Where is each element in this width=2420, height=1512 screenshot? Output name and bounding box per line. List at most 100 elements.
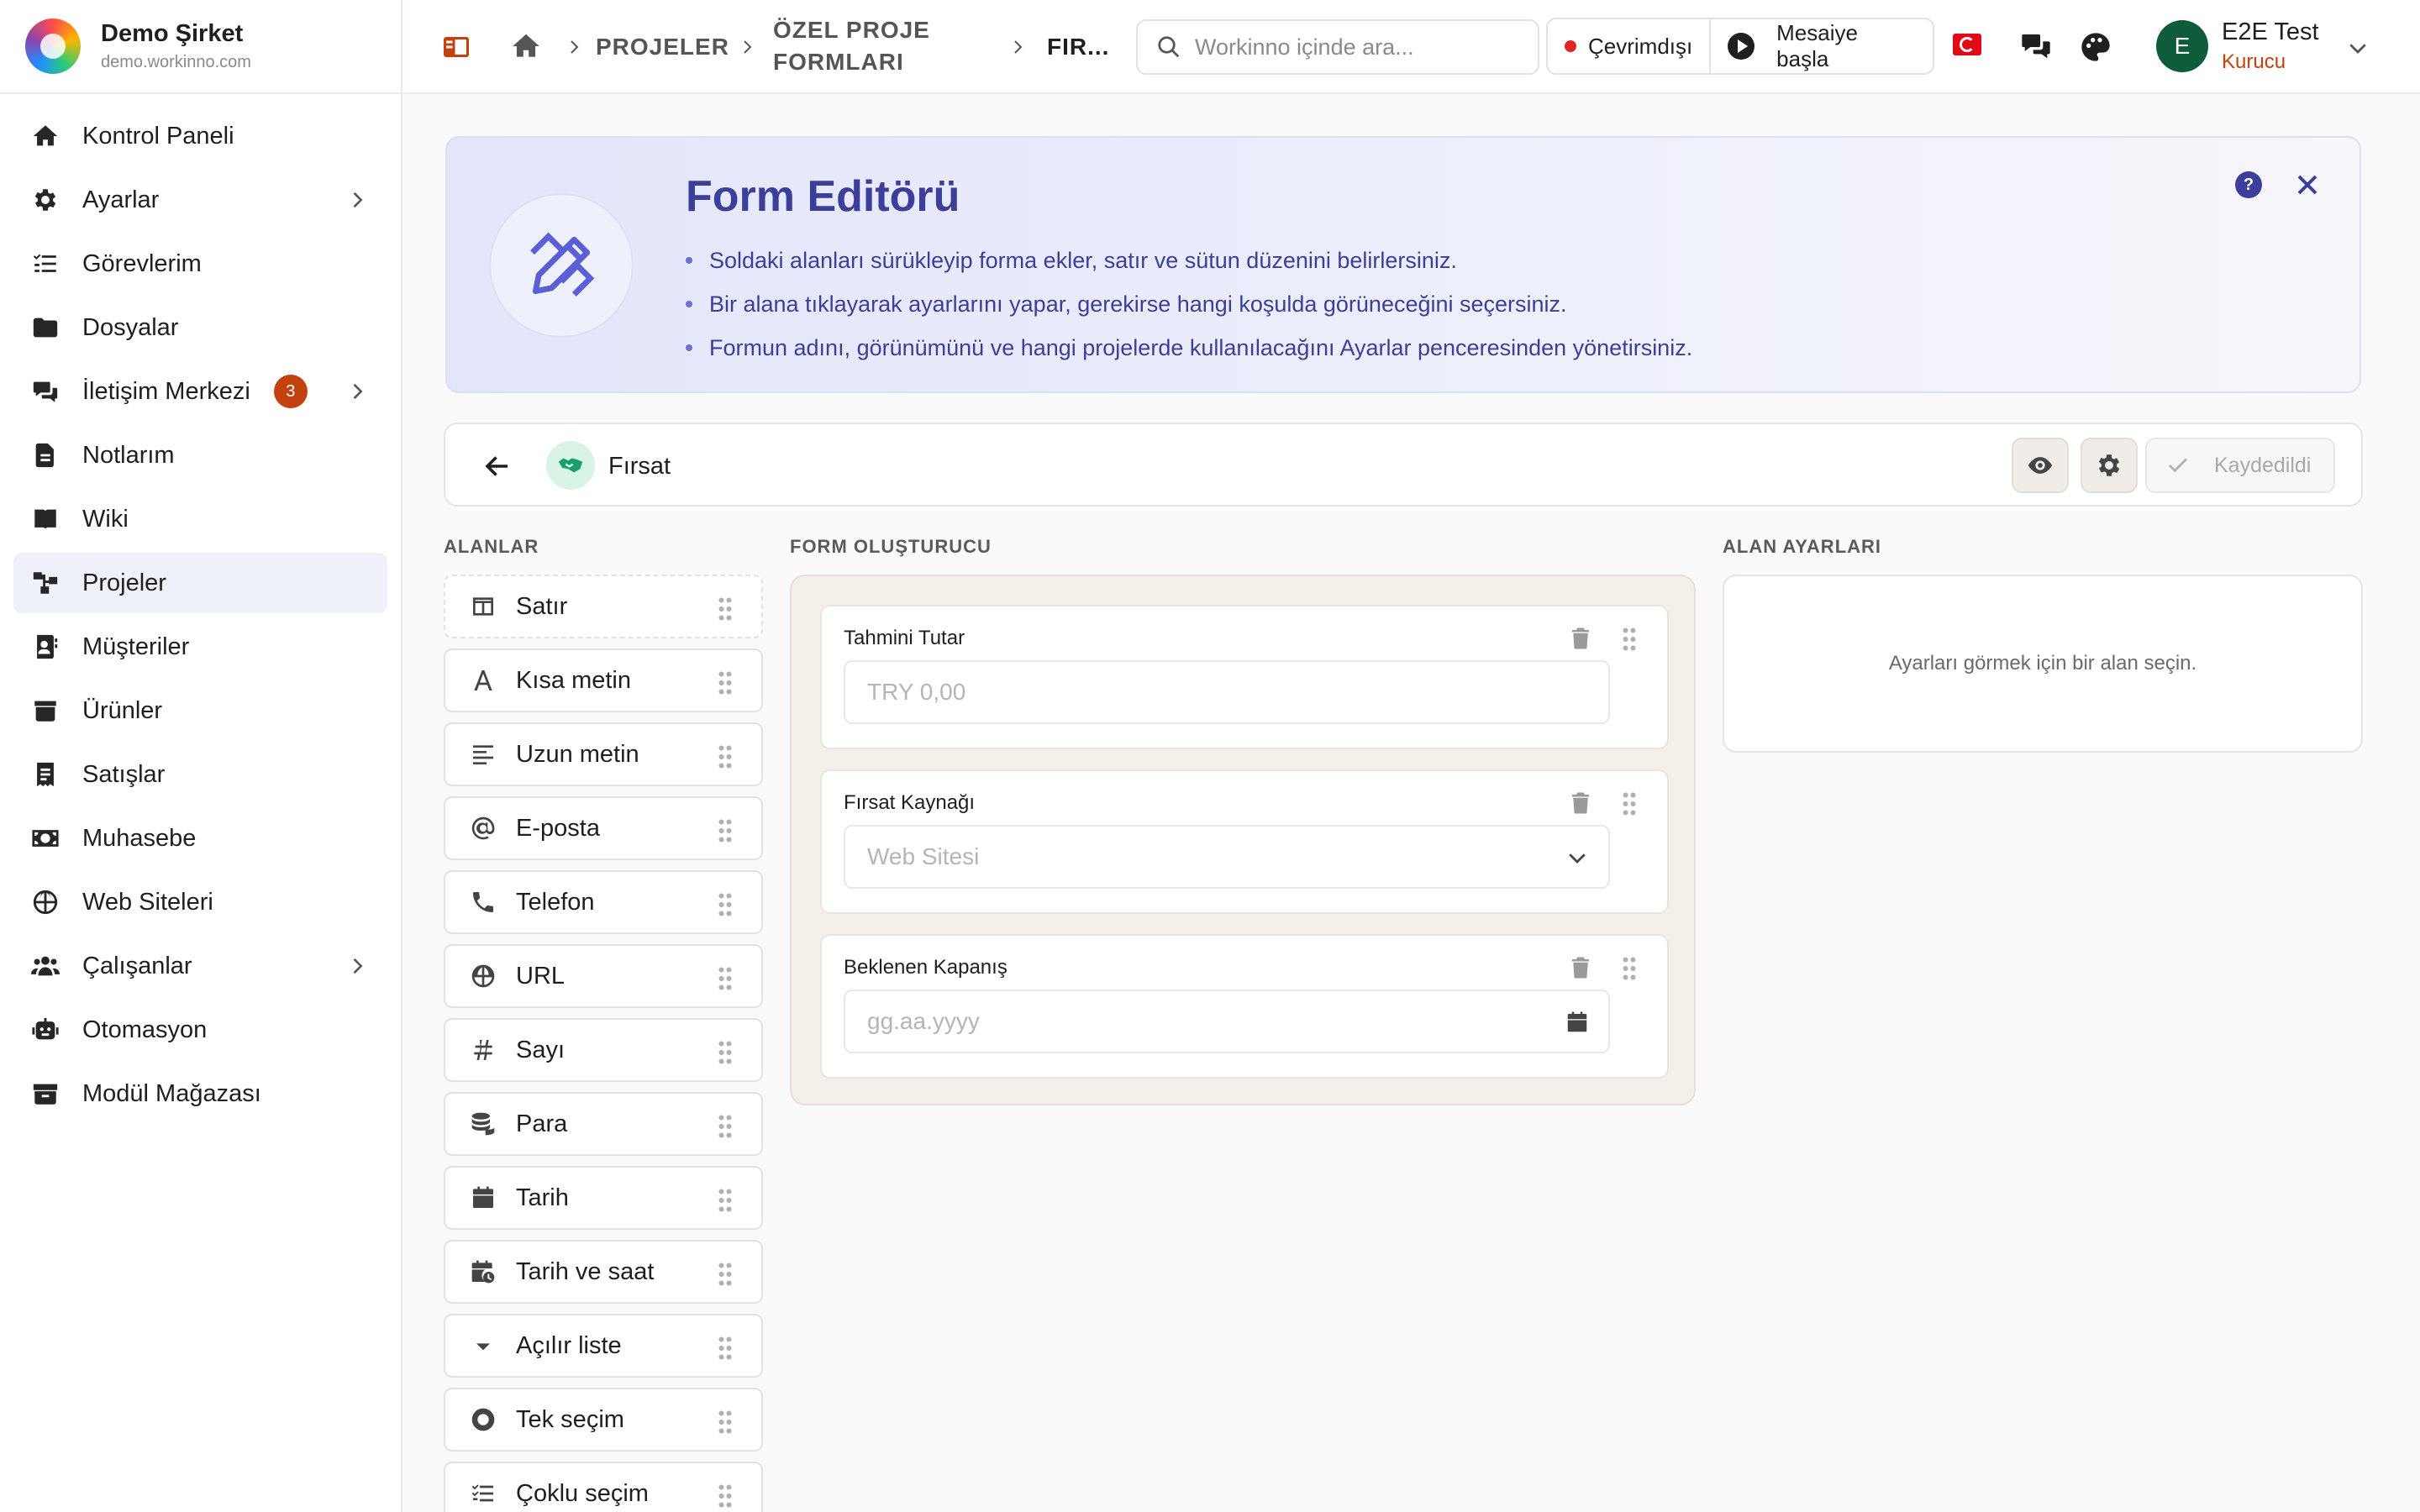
search-input[interactable]: Workinno içinde ara... <box>1136 19 1539 75</box>
source-select[interactable]: Web Sitesi <box>844 825 1610 889</box>
palette-item-single-choice[interactable]: Tek seçim <box>444 1388 763 1452</box>
palette-item-dropdown[interactable]: Açılır liste <box>444 1314 763 1378</box>
banner-bullet: Soldaki alanları sürükleyip forma ekler,… <box>686 239 1692 282</box>
sidebar-item-settings[interactable]: Ayarlar <box>13 170 387 230</box>
form-field-card[interactable]: Beklenen Kapanış gg.aa.yyyy <box>820 934 1669 1079</box>
sidebar-item-sales[interactable]: Satışlar <box>13 744 387 805</box>
avatar[interactable]: E <box>2156 20 2208 72</box>
drag-handle-icon[interactable] <box>718 1483 733 1509</box>
form-builder-canvas[interactable]: Tahmini Tutar TRY 0,00 Fırsat Kaynağı We… <box>790 575 1696 1105</box>
drag-handle-icon[interactable] <box>718 596 733 622</box>
amount-input[interactable]: TRY 0,00 <box>844 660 1610 724</box>
drag-handle-icon[interactable] <box>718 1040 733 1065</box>
saved-button[interactable]: Kaydedildi <box>2145 438 2335 493</box>
status-toggle[interactable]: Çevrimdışı <box>1548 19 1709 73</box>
user-name[interactable]: E2E Test <box>2222 18 2319 46</box>
calendar-icon[interactable] <box>1565 1010 1590 1035</box>
palette-item-email[interactable]: E-posta <box>444 796 763 860</box>
drag-handle-icon[interactable] <box>1622 956 1637 981</box>
form-name: Fırsat <box>608 453 671 480</box>
drag-handle-icon[interactable] <box>1622 791 1637 816</box>
sidebar-item-employees[interactable]: Çalışanlar <box>13 936 387 996</box>
sidebar-item-automation[interactable]: Otomasyon <box>13 1000 387 1060</box>
palette-item-phone[interactable]: Telefon <box>444 870 763 934</box>
sidebar-item-wiki[interactable]: Wiki <box>13 489 387 549</box>
chevron-down-icon[interactable] <box>2345 35 2370 60</box>
breadcrumb-forms-line2[interactable]: FORMLARI <box>773 49 904 76</box>
sidebar-item-notes[interactable]: Notlarım <box>13 425 387 486</box>
help-icon[interactable]: ? <box>2235 171 2262 198</box>
palette-item-datetime[interactable]: Tarih ve saat <box>444 1240 763 1304</box>
palette-item-url[interactable]: URL <box>444 944 763 1008</box>
drag-handle-icon[interactable] <box>1622 627 1637 652</box>
banner-title: Form Editörü <box>686 172 960 221</box>
top-bar: PROJELER ÖZEL PROJE FORMLARI FIR... Work… <box>404 0 2420 94</box>
palette-icon[interactable] <box>2079 30 2112 64</box>
drag-handle-icon[interactable] <box>718 744 733 769</box>
preview-button[interactable] <box>2012 438 2069 493</box>
palette-item-label: Para <box>516 1110 568 1137</box>
trash-icon[interactable] <box>1568 625 1593 652</box>
palette-item-short-text[interactable]: Kısa metin <box>444 648 763 712</box>
drag-handle-icon[interactable] <box>718 1114 733 1139</box>
palette-item-label: Uzun metin <box>516 740 639 768</box>
palette-item-date[interactable]: Tarih <box>444 1166 763 1230</box>
close-icon[interactable] <box>2291 168 2324 202</box>
palette-item-row[interactable]: Satır <box>444 575 763 638</box>
sidebar-item-websites[interactable]: Web Siteleri <box>13 872 387 932</box>
chat-translate-icon[interactable] <box>2019 30 2053 64</box>
drag-handle-icon[interactable] <box>718 966 733 991</box>
palette-item-long-text[interactable]: Uzun metin <box>444 722 763 786</box>
banner-illustration <box>489 193 634 338</box>
sidebar-item-customers[interactable]: Müşteriler <box>13 617 387 677</box>
trash-icon[interactable] <box>1568 790 1593 816</box>
sidebar-item-accounting[interactable]: Muhasebe <box>13 808 387 869</box>
palette-item-number[interactable]: Sayı <box>444 1018 763 1082</box>
book-icon <box>30 504 60 534</box>
money-bill-icon <box>30 823 60 853</box>
breadcrumb-projects[interactable]: PROJELER <box>596 34 729 60</box>
form-field-card[interactable]: Fırsat Kaynağı Web Sitesi <box>820 769 1669 914</box>
columns-icon <box>469 592 497 621</box>
home-icon <box>30 121 60 151</box>
settings-empty-text: Ayarları görmek için bir alan seçin. <box>1888 652 2197 675</box>
palette-item-multi-choice[interactable]: Çoklu seçim <box>444 1462 763 1512</box>
trash-icon[interactable] <box>1568 954 1593 981</box>
sidebar-item-module-store[interactable]: Modül Mağazası <box>13 1063 387 1124</box>
form-field-card[interactable]: Tahmini Tutar TRY 0,00 <box>820 605 1669 749</box>
palette-item-label: Telefon <box>516 888 595 916</box>
palette-item-label: E-posta <box>516 814 600 842</box>
sidebar-item-projects[interactable]: Projeler <box>13 553 387 613</box>
coins-icon <box>469 1110 497 1138</box>
sidebar-item-label: Müşteriler <box>82 633 190 660</box>
drag-handle-icon[interactable] <box>718 818 733 843</box>
palette-item-money[interactable]: Para <box>444 1092 763 1156</box>
breadcrumb-home-icon[interactable] <box>510 30 542 62</box>
palette-item-label: Kısa metin <box>516 666 631 694</box>
chevron-right-icon <box>353 192 363 208</box>
drag-handle-icon[interactable] <box>718 1410 733 1435</box>
drag-handle-icon[interactable] <box>718 892 733 917</box>
drag-handle-icon[interactable] <box>718 1188 733 1213</box>
drag-handle-icon[interactable] <box>718 670 733 696</box>
sidebar-item-communication[interactable]: İletişim Merkezi 3 <box>13 361 387 422</box>
drag-handle-icon[interactable] <box>718 1336 733 1361</box>
presence-controls: Çevrimdışı Mesaiye başla <box>1546 18 1934 75</box>
sidebar-item-files[interactable]: Dosyalar <box>13 297 387 358</box>
sidebar-toggle-icon[interactable] <box>441 32 471 62</box>
form-settings-button[interactable] <box>2081 438 2138 493</box>
brand[interactable]: Demo Şirket demo.workinno.com <box>0 0 401 94</box>
start-shift-button[interactable]: Mesaiye başla <box>1709 19 1933 73</box>
sidebar-item-dashboard[interactable]: Kontrol Paneli <box>13 106 387 166</box>
close-date-input[interactable]: gg.aa.yyyy <box>844 990 1610 1053</box>
back-arrow-icon[interactable] <box>482 451 513 481</box>
sidebar-item-tasks[interactable]: Görevlerim <box>13 234 387 294</box>
breadcrumb-forms-line1[interactable]: ÖZEL PROJE <box>773 17 930 44</box>
chevron-right-icon <box>571 40 579 54</box>
globe-icon <box>30 887 60 917</box>
drag-handle-icon[interactable] <box>718 1262 733 1287</box>
sidebar-item-products[interactable]: Ürünler <box>13 680 387 741</box>
turkish-flag-icon[interactable] <box>1953 34 1981 55</box>
project-tree-icon <box>30 568 60 598</box>
palette-item-label: Açılır liste <box>516 1331 622 1359</box>
